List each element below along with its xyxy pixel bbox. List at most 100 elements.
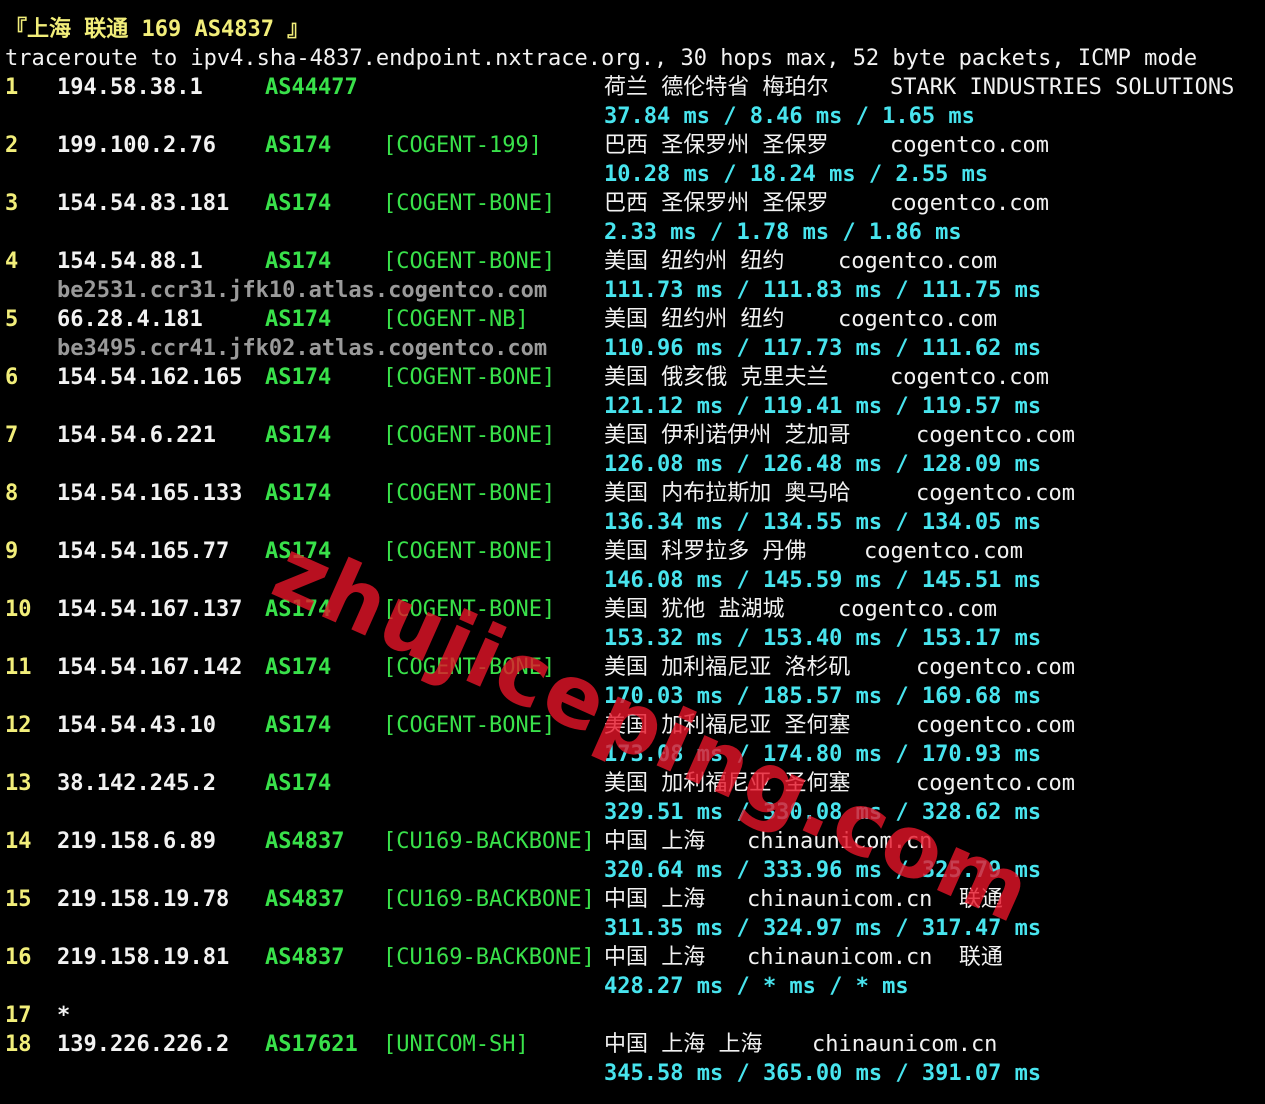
hop-ip: 154.54.165.77 xyxy=(57,539,230,564)
hop-number: 17 xyxy=(5,1003,32,1028)
hop-location: 巴西 圣保罗州 圣保罗 xyxy=(604,191,829,216)
hop-asn: AS174 xyxy=(265,655,332,680)
hop-asn: AS4837 xyxy=(265,945,345,970)
hop-org: chinaunicom.cn xyxy=(812,1032,998,1057)
hop-asn: AS174 xyxy=(265,423,332,448)
hop-tag: [CU169-BACKBONE] xyxy=(383,945,595,970)
hop-org: cogentco.com xyxy=(838,307,997,332)
hop-asn: AS174 xyxy=(265,771,332,796)
hop-location: 美国 纽约州 纽约 xyxy=(604,307,785,332)
hop-org: cogentco.com xyxy=(890,191,1049,216)
hop-rtt: 10.28 ms / 18.24 ms / 2.55 ms xyxy=(604,162,989,187)
hop-org: cogentco.com xyxy=(916,655,1075,680)
hop-ip: 154.54.162.165 xyxy=(57,365,243,390)
hop-location: 美国 内布拉斯加 奥马哈 xyxy=(604,481,851,506)
hop-tag: [COGENT-BONE] xyxy=(383,655,556,680)
hop-tag: [CU169-BACKBONE] xyxy=(383,829,595,854)
hop-tag: [UNICOM-SH] xyxy=(383,1032,529,1057)
hop-asn: AS17621 xyxy=(265,1032,358,1057)
hop-rtt: 2.33 ms / 1.78 ms / 1.86 ms xyxy=(604,220,962,245)
hop-number: 6 xyxy=(5,365,19,390)
title-line: 『上海 联通 169 AS4837 』 xyxy=(0,15,309,44)
hop-asn: AS174 xyxy=(265,249,332,274)
hop-tag: [COGENT-BONE] xyxy=(383,191,556,216)
hop-org: cogentco.com xyxy=(838,249,997,274)
hop-location: 巴西 圣保罗州 圣保罗 xyxy=(604,133,829,158)
hop-asn: AS4837 xyxy=(265,829,345,854)
hop-location: 美国 加利福尼亚 圣何塞 xyxy=(604,713,851,738)
hop-asn: AS4837 xyxy=(265,887,345,912)
hop-ip: 199.100.2.76 xyxy=(57,133,216,158)
hop-asn: AS174 xyxy=(265,191,332,216)
hop-tag: [COGENT-BONE] xyxy=(383,365,556,390)
traceroute-command: traceroute to ipv4.sha-4837.endpoint.nxt… xyxy=(5,46,1198,71)
hop-rtt: 173.08 ms / 174.80 ms / 170.93 ms xyxy=(604,742,1042,767)
hop-location: 美国 加利福尼亚 圣何塞 xyxy=(604,771,851,796)
hop-number: 14 xyxy=(5,829,32,854)
command-line: traceroute to ipv4.sha-4837.endpoint.nxt… xyxy=(0,44,1197,73)
hop-rtt: 37.84 ms / 8.46 ms / 1.65 ms xyxy=(604,104,975,129)
hop-number: 18 xyxy=(5,1032,32,1057)
hop-org: chinaunicom.cn 联通 xyxy=(747,945,1003,970)
hop-location: 美国 科罗拉多 丹佛 xyxy=(604,539,807,564)
hop-asn: AS174 xyxy=(265,597,332,622)
hop-location: 荷兰 德伦特省 梅珀尔 xyxy=(604,75,829,100)
hop-number: 4 xyxy=(5,249,19,274)
hop-org: cogentco.com xyxy=(916,481,1075,506)
hop-org: chinaunicom.cn 联通 xyxy=(747,887,1003,912)
hop-org: cogentco.com xyxy=(890,133,1049,158)
hop-ip: 66.28.4.181 xyxy=(57,307,203,332)
hop-number: 10 xyxy=(5,597,32,622)
hop-org: cogentco.com xyxy=(838,597,997,622)
hop-org: cogentco.com xyxy=(916,713,1075,738)
hop-org: cogentco.com xyxy=(916,771,1075,796)
hop-number: 9 xyxy=(5,539,19,564)
hop-location: 美国 伊利诺伊州 芝加哥 xyxy=(604,423,851,448)
hop-ip: 154.54.167.137 xyxy=(57,597,243,622)
hop-location: 中国 上海 上海 xyxy=(604,1032,763,1057)
hop-rdns: be2531.ccr31.jfk10.atlas.cogentco.com xyxy=(57,278,548,303)
hop-number: 8 xyxy=(5,481,19,506)
hop-number: 3 xyxy=(5,191,19,216)
hop-number: 13 xyxy=(5,771,32,796)
hop-asn: AS174 xyxy=(265,307,332,332)
hop-location: 中国 上海 xyxy=(604,829,706,854)
hop-tag: [CU169-BACKBONE] xyxy=(383,887,595,912)
hop-org: STARK INDUSTRIES SOLUTIONS xyxy=(890,75,1235,100)
hop-rtt: 311.35 ms / 324.97 ms / 317.47 ms xyxy=(604,916,1042,941)
hop-tag: [COGENT-BONE] xyxy=(383,597,556,622)
hop-rtt: 345.58 ms / 365.00 ms / 391.07 ms xyxy=(604,1061,1042,1086)
hop-number: 15 xyxy=(5,887,32,912)
hop-ip: 154.54.6.221 xyxy=(57,423,216,448)
hop-rtt: 320.64 ms / 333.96 ms / 325.79 ms xyxy=(604,858,1042,883)
hop-ip: 154.54.83.181 xyxy=(57,191,230,216)
hop-org: cogentco.com xyxy=(916,423,1075,448)
hop-asn: AS174 xyxy=(265,133,332,158)
hop-ip: 219.158.19.78 xyxy=(57,887,230,912)
hop-rtt: 153.32 ms / 153.40 ms / 153.17 ms xyxy=(604,626,1042,651)
hop-location: 美国 纽约州 纽约 xyxy=(604,249,785,274)
hop-tag: [COGENT-BONE] xyxy=(383,423,556,448)
hop-tag: [COGENT-BONE] xyxy=(383,713,556,738)
hop-rtt: 136.34 ms / 134.55 ms / 134.05 ms xyxy=(604,510,1042,535)
hop-ip: 38.142.245.2 xyxy=(57,771,216,796)
hop-location: 美国 犹他 盐湖城 xyxy=(604,597,785,622)
hop-ip: 154.54.43.10 xyxy=(57,713,216,738)
hop-ip: 154.54.167.142 xyxy=(57,655,243,680)
hop-asn: AS174 xyxy=(265,539,332,564)
hop-ip: 219.158.19.81 xyxy=(57,945,230,970)
hop-rtt: 121.12 ms / 119.41 ms / 119.57 ms xyxy=(604,394,1042,419)
hop-number: 1 xyxy=(5,75,19,100)
hop-number: 2 xyxy=(5,133,19,158)
hop-location: 中国 上海 xyxy=(604,945,706,970)
hop-location: 美国 俄亥俄 克里夫兰 xyxy=(604,365,829,390)
hop-rtt: 170.03 ms / 185.57 ms / 169.68 ms xyxy=(604,684,1042,709)
hop-rtt: 146.08 ms / 145.59 ms / 145.51 ms xyxy=(604,568,1042,593)
hop-asn: AS174 xyxy=(265,481,332,506)
hop-ip: 154.54.88.1 xyxy=(57,249,203,274)
hop-asn: AS44477 xyxy=(265,75,358,100)
hop-number: 7 xyxy=(5,423,19,448)
trace-title: 『上海 联通 169 AS4837 』 xyxy=(5,17,310,42)
hop-tag: [COGENT-BONE] xyxy=(383,539,556,564)
hop-rtt: 110.96 ms / 117.73 ms / 111.62 ms xyxy=(604,336,1042,361)
